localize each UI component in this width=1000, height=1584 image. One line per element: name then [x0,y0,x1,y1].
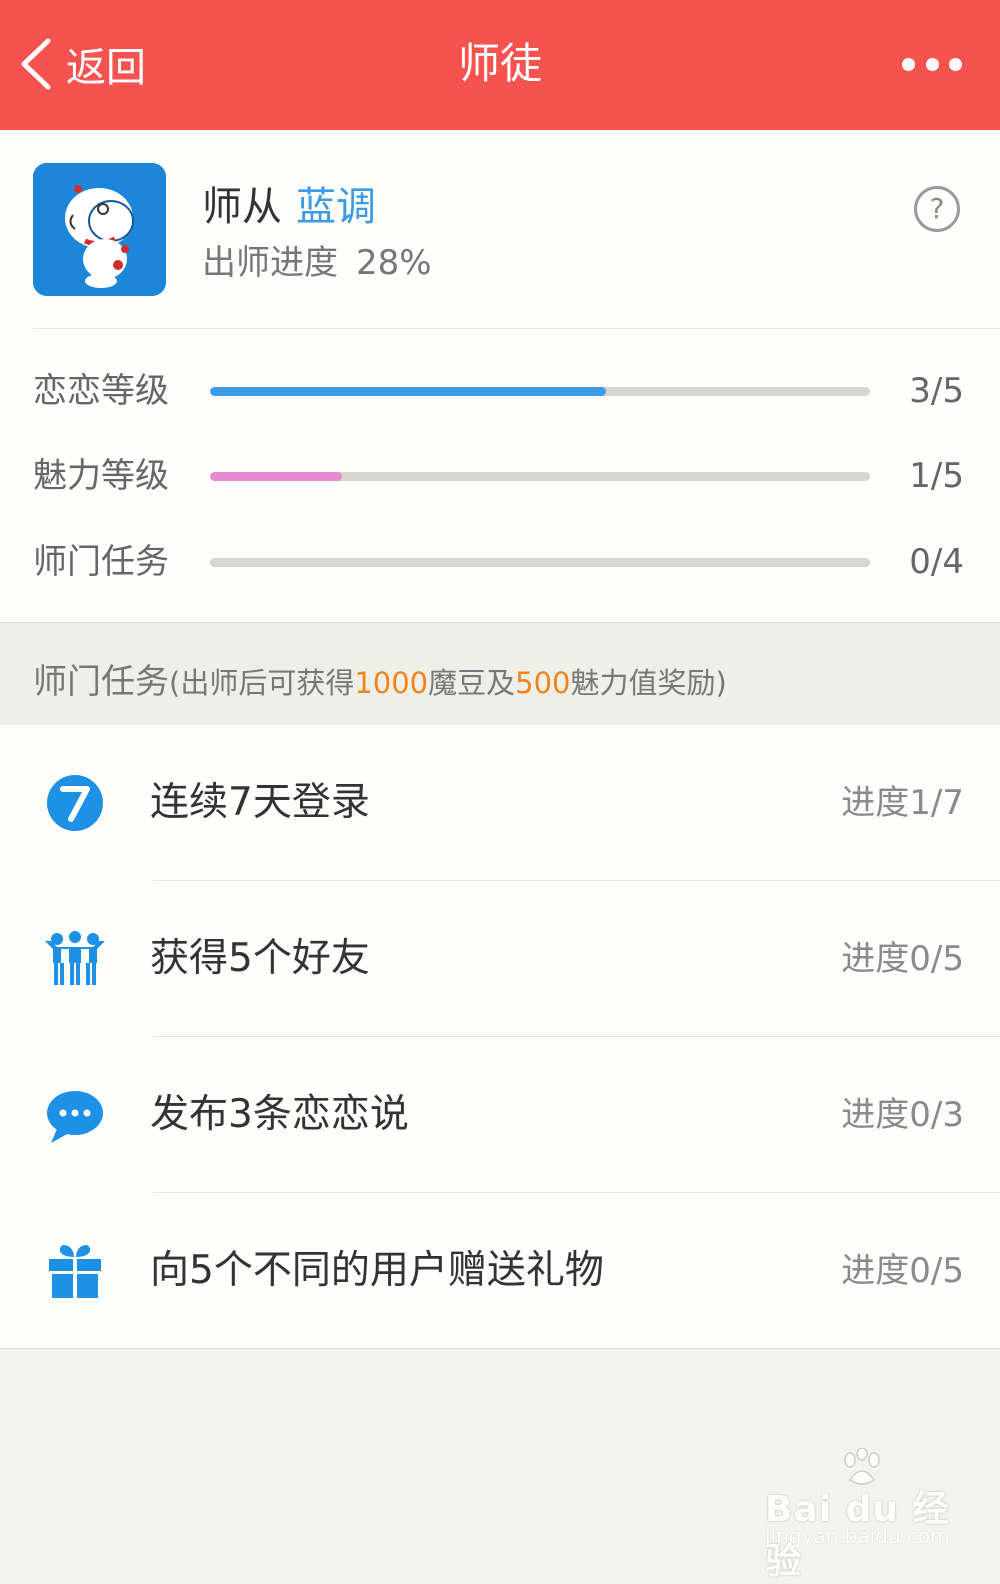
seven-days-icon [47,775,103,831]
baidu-watermark: Bai du 经验 jingyan.baidu.com [765,1448,955,1582]
task-name: 向5个不同的用户赠送礼物 [150,1248,604,1293]
task-list: 连续7天登录 进度1/7 获得5个好友 进度0/5 发布3条恋恋说 进度0/3 [0,725,1000,1349]
mentor-role: 师从 [202,184,282,230]
task-send-gifts[interactable]: 向5个不同的用户赠送礼物 进度0/5 [0,1193,1000,1349]
task-progress: 进度0/5 [841,939,964,979]
task-progress: 进度1/7 [841,783,964,823]
level-fill [210,387,606,396]
reward-charm-amount: 500 [515,666,571,700]
mentor-name[interactable]: 蓝调 [296,184,376,230]
progress-percent: 28% [356,243,432,283]
task-name: 连续7天登录 [150,780,370,825]
nav-bar: 返回 师徒 [0,0,1000,130]
task-name: 发布3条恋恋说 [150,1092,409,1137]
friends-icon [45,931,105,985]
help-icon[interactable]: ? [914,186,960,232]
tasks-header-title: 师门任务 [33,662,169,702]
mentor-line: 师从 蓝调 [202,182,376,232]
task-post-updates[interactable]: 发布3条恋恋说 进度0/3 [0,1037,1000,1193]
graduation-progress: 出师进度 28% [202,240,432,286]
doraemon-avatar-icon [33,163,166,296]
level-row-love: 恋恋等级 3/5 [0,361,1000,421]
level-track [210,387,870,396]
divider [33,328,1000,329]
level-track [210,558,870,567]
task-login-7-days[interactable]: 连续7天登录 进度1/7 [0,725,1000,881]
level-value: 3/5 [909,371,964,411]
tasks-header-part: 魅力值奖励) [570,666,727,700]
task-name: 获得5个好友 [150,936,370,981]
task-progress: 进度0/5 [841,1251,964,1291]
tasks-section-header: 师门任务(出师后可获得1000魔豆及500魅力值奖励) [0,623,1000,725]
tasks-header-part: (出师后可获得 [169,666,355,700]
chat-bubble-icon [47,1091,103,1143]
level-value: 0/4 [909,542,964,582]
level-label: 师门任务 [33,542,169,582]
level-label: 恋恋等级 [33,371,169,411]
level-fill [210,472,342,481]
gift-icon [49,1245,101,1298]
level-track [210,472,870,481]
level-label: 魅力等级 [33,456,169,496]
task-progress: 进度0/3 [841,1095,964,1135]
profile-card: 师从 蓝调 出师进度 28% ? 恋恋等级 3/5 魅力等级 1/5 师门任务 0/… [0,130,1000,623]
level-row-charm: 魅力等级 1/5 [0,446,1000,506]
task-get-friends[interactable]: 获得5个好友 进度0/5 [0,881,1000,1037]
progress-label: 出师进度 [202,243,338,283]
watermark-url: jingyan.baidu.com [765,1524,950,1548]
level-value: 1/5 [909,456,964,496]
page-title: 师徒 [457,39,542,88]
tasks-header-part: 魔豆及 [428,666,516,700]
level-row-tasks: 师门任务 0/4 [0,532,1000,592]
avatar[interactable] [33,163,166,296]
reward-beans-amount: 1000 [354,666,429,700]
more-icon[interactable] [902,50,962,78]
